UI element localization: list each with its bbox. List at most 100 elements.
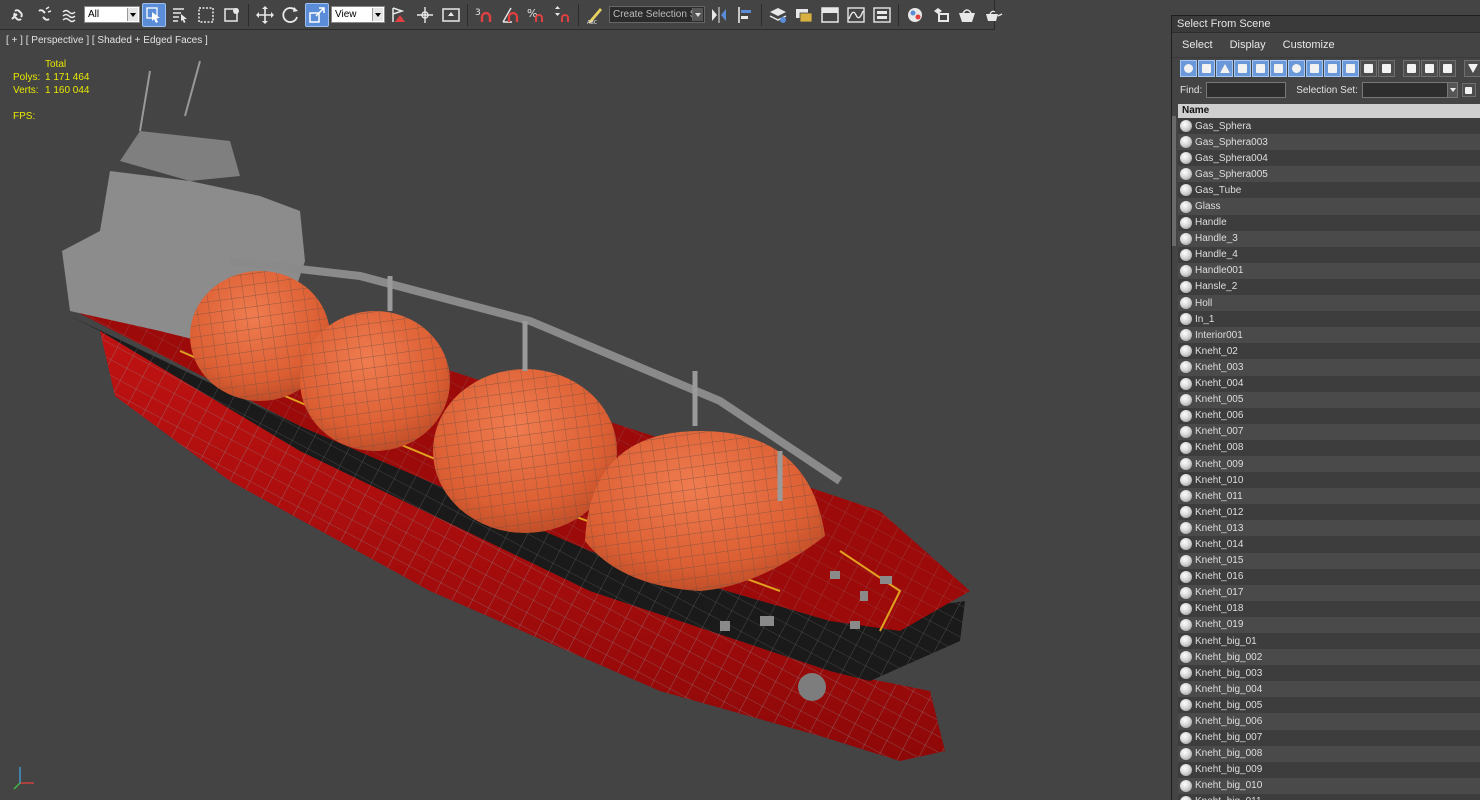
mirror-icon[interactable]	[707, 3, 731, 27]
bind-spacewarp-icon[interactable]	[58, 3, 82, 27]
layer-explorer-icon[interactable]	[766, 3, 790, 27]
list-item[interactable]: Handle001	[1178, 262, 1480, 279]
list-item[interactable]: Kneht_016	[1178, 568, 1480, 585]
pivot-center-icon[interactable]	[387, 3, 411, 27]
list-item[interactable]: Kneht_017	[1178, 584, 1480, 601]
select-object-icon[interactable]	[142, 2, 166, 27]
scene-explorer-icon[interactable]	[792, 3, 816, 27]
filter-shapes-button[interactable]	[1198, 60, 1215, 77]
named-selection-set-dropdown[interactable]: Create Selection Se	[609, 6, 705, 23]
list-item[interactable]: Kneht_008	[1178, 439, 1480, 456]
list-item[interactable]: Gas_Sphera003	[1178, 134, 1480, 151]
render-icon[interactable]	[981, 3, 1005, 27]
list-item[interactable]: Kneht_big_006	[1178, 713, 1480, 730]
list-item[interactable]: Kneht_005	[1178, 391, 1480, 408]
move-icon[interactable]	[253, 3, 277, 27]
list-item[interactable]: Holl	[1178, 295, 1480, 312]
angle-snap-icon[interactable]	[498, 3, 522, 27]
select-all-button[interactable]	[1403, 60, 1420, 77]
percent-snap-icon[interactable]: %	[524, 3, 548, 27]
link-icon[interactable]	[6, 3, 30, 27]
selection-set-dropdown[interactable]	[1361, 82, 1458, 98]
list-item[interactable]: In_1	[1178, 311, 1480, 328]
list-item[interactable]: Kneht_011	[1178, 488, 1480, 505]
menu-customize[interactable]: Customize	[1283, 39, 1335, 51]
window-crossing-icon[interactable]	[220, 3, 244, 27]
list-item[interactable]: Glass	[1178, 198, 1480, 215]
dialog-scrollbar-thumb[interactable]	[1172, 116, 1176, 246]
render-setup-icon[interactable]	[929, 3, 953, 27]
selection-set-edit-button[interactable]	[1461, 83, 1476, 97]
list-item[interactable]: Kneht_015	[1178, 552, 1480, 569]
list-item[interactable]: Kneht_012	[1178, 504, 1480, 521]
list-item[interactable]: Gas_Sphera004	[1178, 150, 1480, 167]
menu-select[interactable]: Select	[1182, 39, 1213, 51]
find-input[interactable]	[1206, 82, 1287, 98]
select-manipulate-icon[interactable]	[413, 3, 437, 27]
filter-spacewarps-button[interactable]	[1270, 60, 1287, 77]
rendered-frame-icon[interactable]	[955, 3, 979, 27]
filter-hidden-button[interactable]	[1378, 60, 1395, 77]
list-item[interactable]: Kneht_big_005	[1178, 697, 1480, 714]
list-item[interactable]: Kneht_02	[1178, 343, 1480, 360]
list-item[interactable]: Kneht_big_010	[1178, 777, 1480, 794]
material-editor-icon[interactable]	[903, 3, 927, 27]
unlink-icon[interactable]	[32, 3, 56, 27]
list-item[interactable]: Kneht_004	[1178, 375, 1480, 392]
rect-region-icon[interactable]	[194, 3, 218, 27]
filter-containers-button[interactable]	[1342, 60, 1359, 77]
list-item[interactable]: Kneht_big_009	[1178, 761, 1480, 778]
list-item[interactable]: Gas_Tube	[1178, 182, 1480, 199]
list-item[interactable]: Kneht_018	[1178, 600, 1480, 617]
list-item[interactable]: Kneht_big_008	[1178, 745, 1480, 762]
scale-icon[interactable]	[305, 2, 329, 27]
filter-funnel-button[interactable]	[1464, 60, 1480, 77]
perspective-viewport[interactable]: [ + ] [ Perspective ] [ Shaded + Edged F…	[0, 31, 1170, 800]
curve-editor-icon[interactable]	[844, 3, 868, 27]
list-item[interactable]: Kneht_003	[1178, 359, 1480, 376]
select-none-button[interactable]	[1421, 60, 1438, 77]
name-column-header[interactable]: Name	[1178, 104, 1480, 118]
filter-lights-button[interactable]	[1216, 60, 1233, 77]
list-item[interactable]: Hansle_2	[1178, 278, 1480, 296]
list-item[interactable]: Kneht_019	[1178, 616, 1480, 633]
filter-xrefs-button[interactable]	[1306, 60, 1323, 77]
list-item[interactable]: Kneht_006	[1178, 407, 1480, 424]
reference-coordinate-dropdown[interactable]: View	[331, 6, 385, 23]
list-item[interactable]: Kneht_big_004	[1178, 681, 1480, 698]
list-item[interactable]: Kneht_013	[1178, 520, 1480, 537]
viewport-label[interactable]: [ + ] [ Perspective ] [ Shaded + Edged F…	[6, 35, 208, 46]
filter-bones-button[interactable]	[1324, 60, 1341, 77]
list-item[interactable]: Kneht_big_007	[1178, 729, 1480, 746]
filter-helpers-button[interactable]	[1252, 60, 1269, 77]
list-item[interactable]: Handle_4	[1178, 246, 1480, 263]
list-item[interactable]: Kneht_010	[1178, 472, 1480, 489]
rotate-icon[interactable]	[279, 3, 303, 27]
filter-cameras-button[interactable]	[1234, 60, 1251, 77]
select-invert-button[interactable]	[1439, 60, 1456, 77]
align-icon[interactable]	[733, 3, 757, 27]
list-item[interactable]: Kneht_big_003	[1178, 665, 1480, 682]
menu-display[interactable]: Display	[1230, 39, 1266, 51]
list-item[interactable]: Kneht_009	[1178, 455, 1480, 473]
filter-frozen-button[interactable]	[1360, 60, 1377, 77]
list-item[interactable]: Gas_Sphera005	[1178, 166, 1480, 183]
list-item[interactable]: Kneht_007	[1178, 423, 1480, 440]
select-by-name-icon[interactable]	[168, 3, 192, 27]
spinner-snap-icon[interactable]	[550, 3, 574, 27]
edit-named-sets-icon[interactable]: ABC	[583, 3, 607, 27]
snap-toggle-icon[interactable]: 3	[472, 3, 496, 27]
list-item[interactable]: Kneht_big_002	[1178, 649, 1480, 666]
list-item[interactable]: Handle	[1178, 214, 1480, 231]
filter-geometry-button[interactable]	[1180, 60, 1197, 77]
list-item[interactable]: Handle_3	[1178, 230, 1480, 247]
keyboard-shortcut-icon[interactable]	[439, 3, 463, 27]
filter-groups-button[interactable]	[1288, 60, 1305, 77]
toggle-ribbon-icon[interactable]	[818, 3, 842, 27]
selection-filter-dropdown[interactable]: All	[84, 6, 140, 23]
list-item[interactable]: Kneht_big_011	[1178, 793, 1480, 800]
list-item[interactable]: Kneht_014	[1178, 536, 1480, 553]
dialog-title[interactable]: Select From Scene	[1172, 16, 1480, 33]
list-item[interactable]: Kneht_big_01	[1178, 633, 1480, 650]
list-item[interactable]: Interior001	[1178, 327, 1480, 344]
